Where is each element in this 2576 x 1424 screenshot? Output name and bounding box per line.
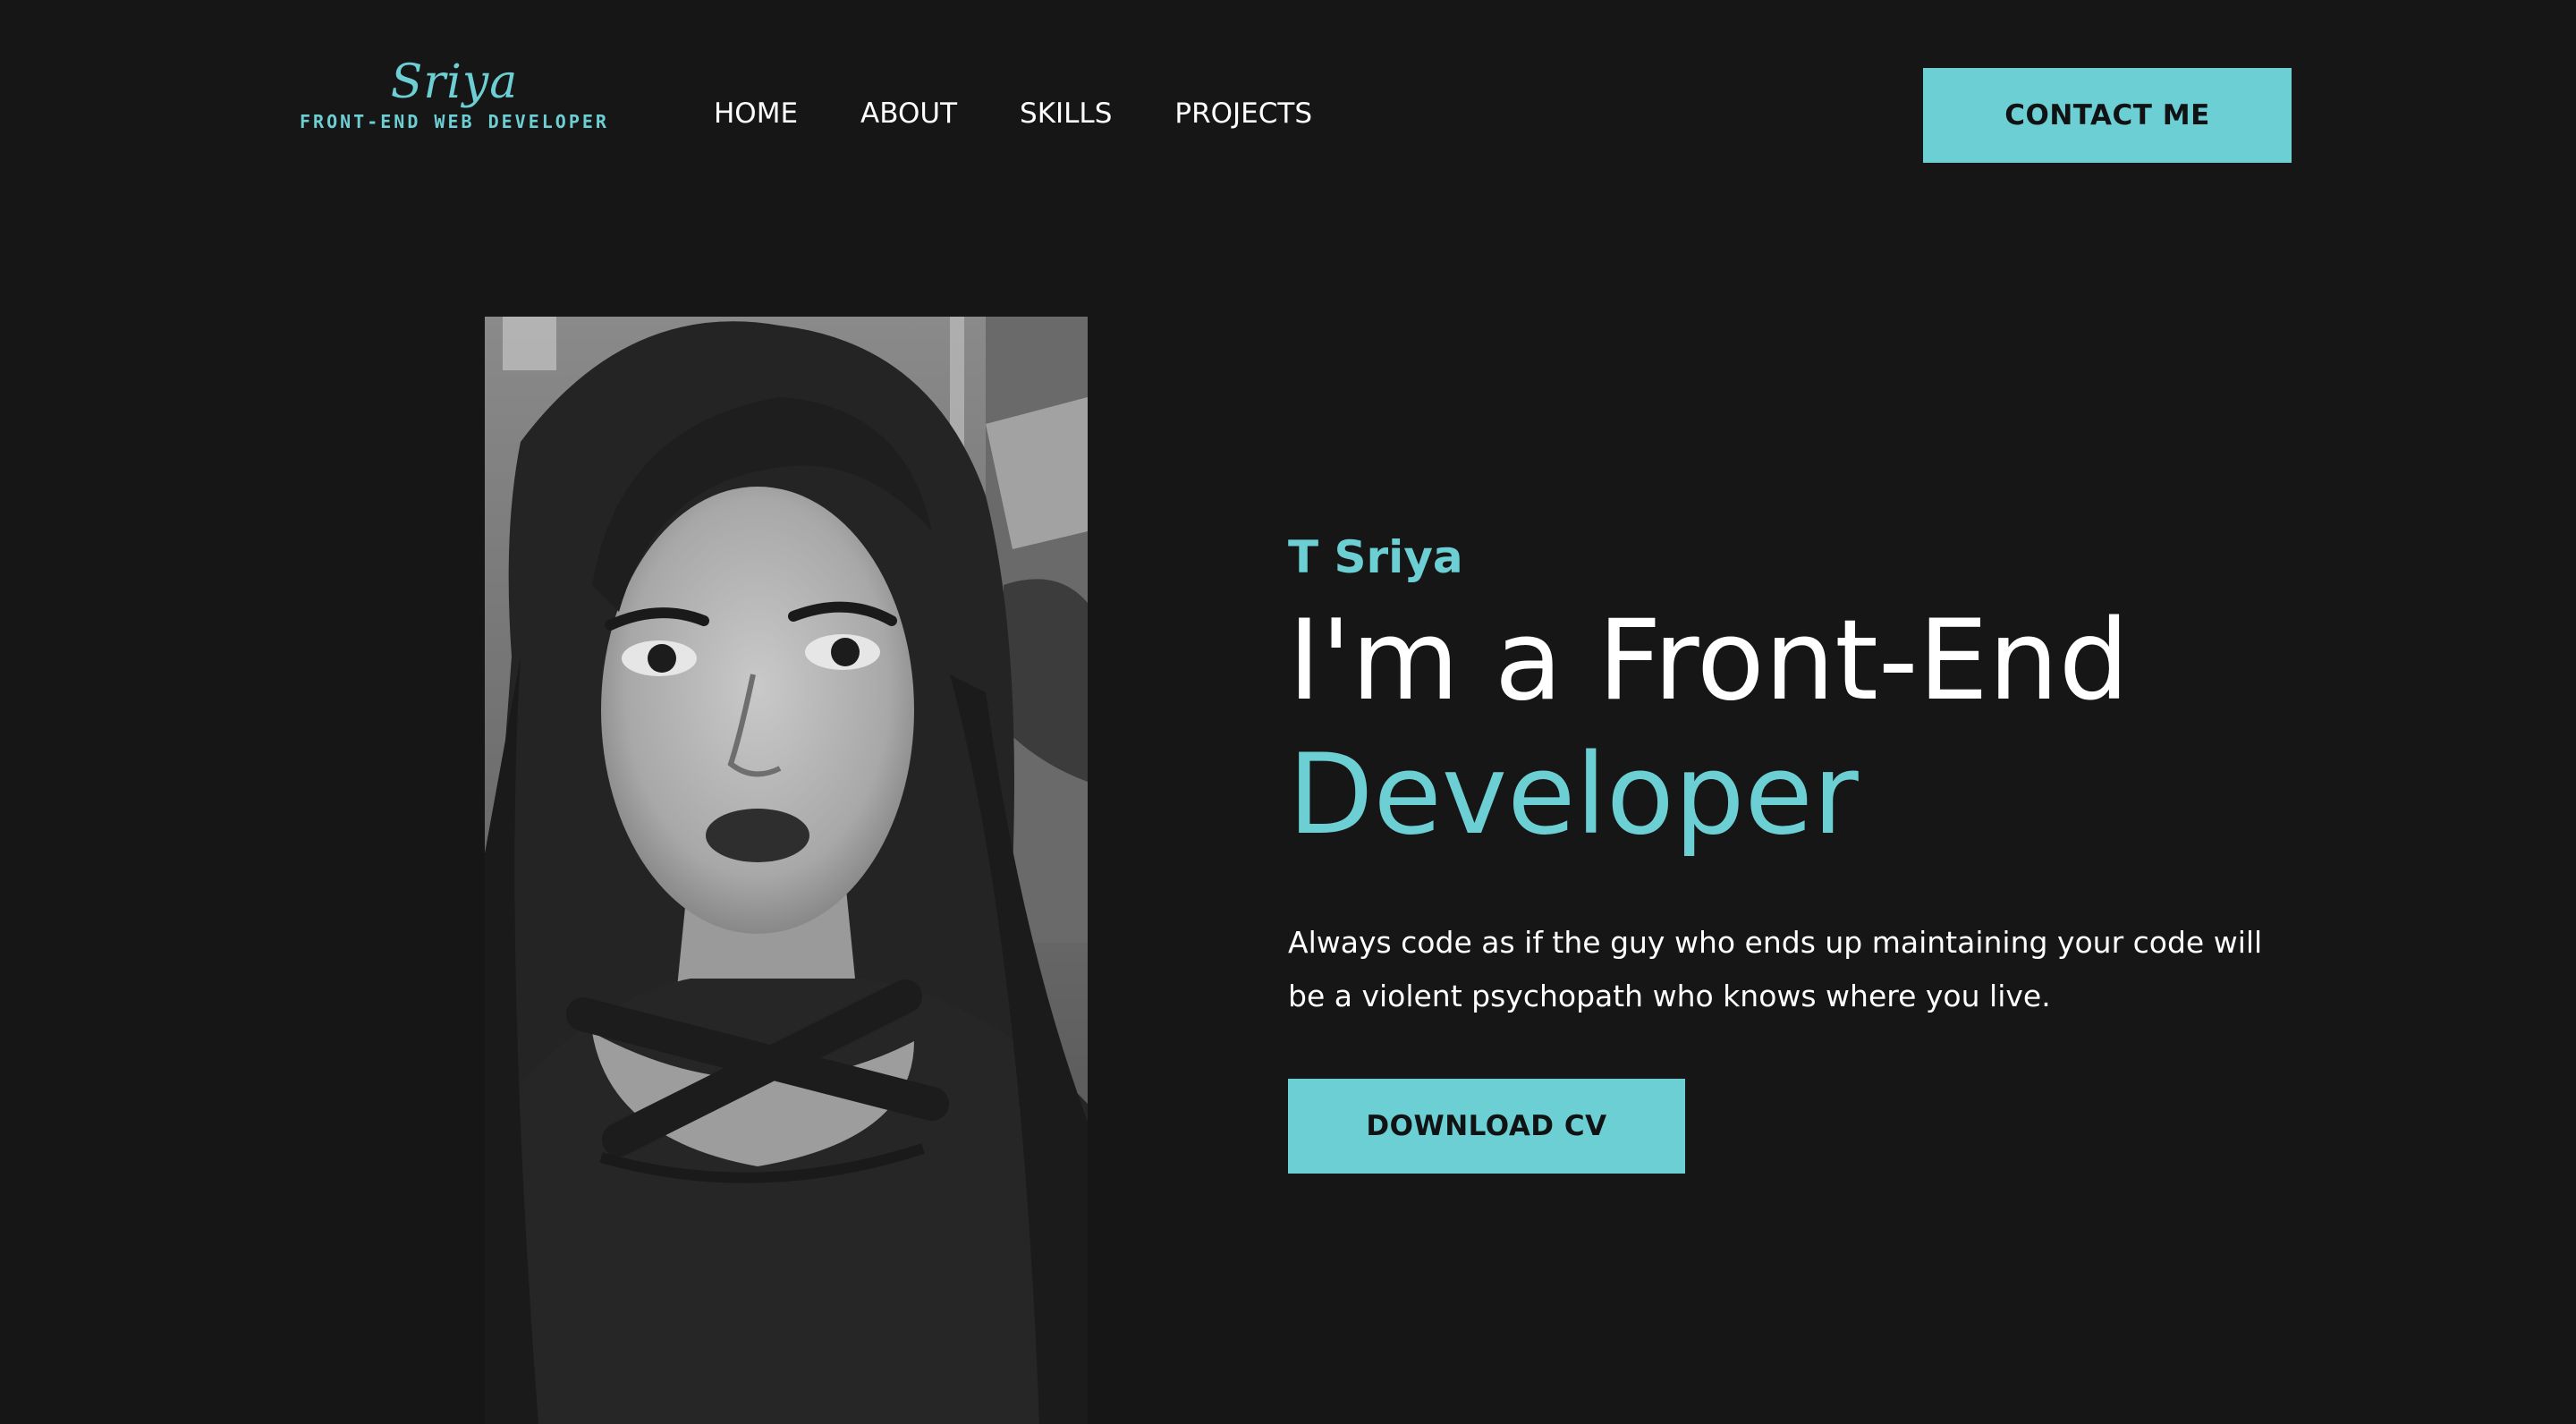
nav-item-about[interactable]: ABOUT bbox=[860, 95, 957, 132]
download-cv-button[interactable]: DOWNLOAD CV bbox=[1288, 1079, 1685, 1174]
site-logo[interactable]: Sriya FRONT-END WEB DEVELOPER bbox=[292, 55, 617, 132]
profile-photo-image bbox=[485, 317, 1088, 1424]
profile-photo bbox=[485, 317, 1088, 1424]
main-nav: HOME ABOUT SKILLS PROJECTS bbox=[714, 95, 1312, 132]
nav-item-skills[interactable]: SKILLS bbox=[1020, 95, 1112, 132]
hero-title: I'm a Front-End Developer bbox=[1288, 594, 2326, 862]
contact-me-button[interactable]: CONTACT ME bbox=[1923, 68, 2292, 163]
nav-item-home[interactable]: HOME bbox=[714, 95, 798, 132]
logo-name: Sriya bbox=[390, 55, 519, 109]
hero-name: T Sriya bbox=[1288, 531, 1463, 583]
hero-title-line1: I'm a Front-End bbox=[1288, 597, 2130, 725]
hero-title-line2: Developer bbox=[1288, 731, 1859, 860]
hero-quote: Always code as if the guy who ends up ma… bbox=[1288, 925, 2263, 1013]
nav-item-projects[interactable]: PROJECTS bbox=[1174, 95, 1312, 132]
logo-tagline: FRONT-END WEB DEVELOPER bbox=[300, 111, 609, 132]
hero-section: T Sriya I'm a Front-End Developer Always… bbox=[1288, 528, 2326, 1023]
